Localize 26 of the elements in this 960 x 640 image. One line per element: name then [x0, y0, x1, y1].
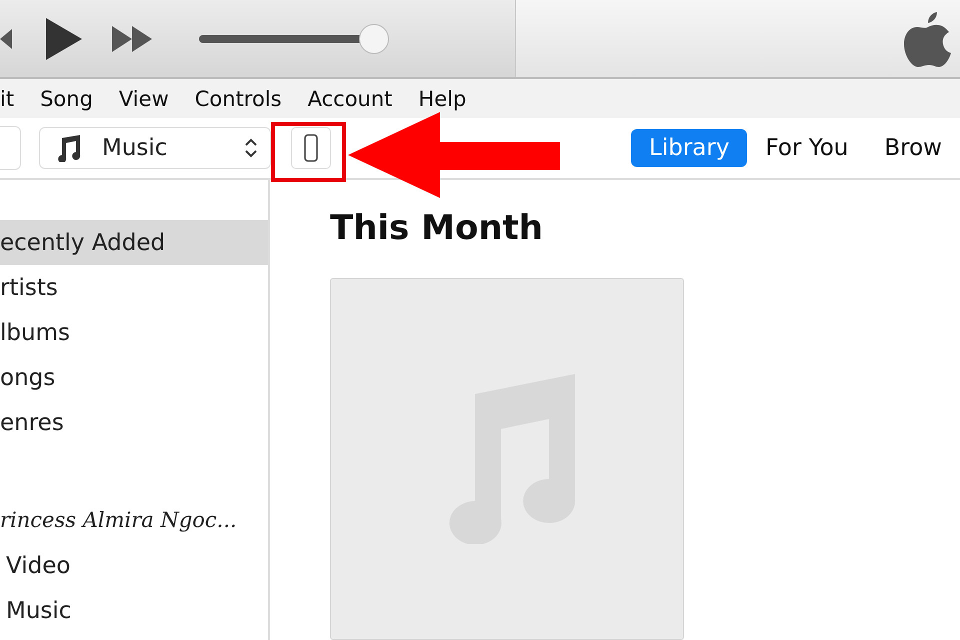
- media-picker[interactable]: Music: [39, 127, 271, 170]
- section-heading: This Month: [330, 208, 544, 248]
- music-note-icon: [56, 134, 82, 162]
- menu-item[interactable]: it: [0, 86, 28, 111]
- sidebar-item[interactable]: Video: [0, 543, 268, 588]
- menu-item[interactable]: View: [106, 86, 182, 111]
- phone-icon: [304, 134, 318, 162]
- sidebar-item[interactable]: Music: [0, 588, 268, 633]
- play-icon[interactable]: [46, 18, 82, 60]
- sidebar-item[interactable]: ongs: [0, 355, 268, 400]
- sidebar-item[interactable]: lbums: [0, 310, 268, 355]
- menu-item[interactable]: Help: [405, 86, 480, 111]
- tab[interactable]: Library: [631, 129, 748, 168]
- tab[interactable]: Brow: [866, 129, 960, 168]
- up-down-caret-icon: [244, 137, 258, 160]
- device-name[interactable]: rincess Almira Ngoc...: [0, 497, 268, 543]
- device-button[interactable]: [291, 127, 331, 170]
- tab[interactable]: For You: [747, 129, 866, 168]
- menu-item[interactable]: Song: [27, 86, 106, 111]
- menu-item[interactable]: Controls: [182, 86, 295, 111]
- fast-forward-icon[interactable]: [112, 26, 154, 52]
- apple-logo-icon: [904, 10, 952, 68]
- menu-item[interactable]: Account: [294, 86, 406, 111]
- sidebar-item[interactable]: rtists: [0, 265, 268, 310]
- sidebar-item[interactable]: ecently Added: [0, 220, 268, 265]
- sidebar-item[interactable]: enres: [0, 400, 268, 445]
